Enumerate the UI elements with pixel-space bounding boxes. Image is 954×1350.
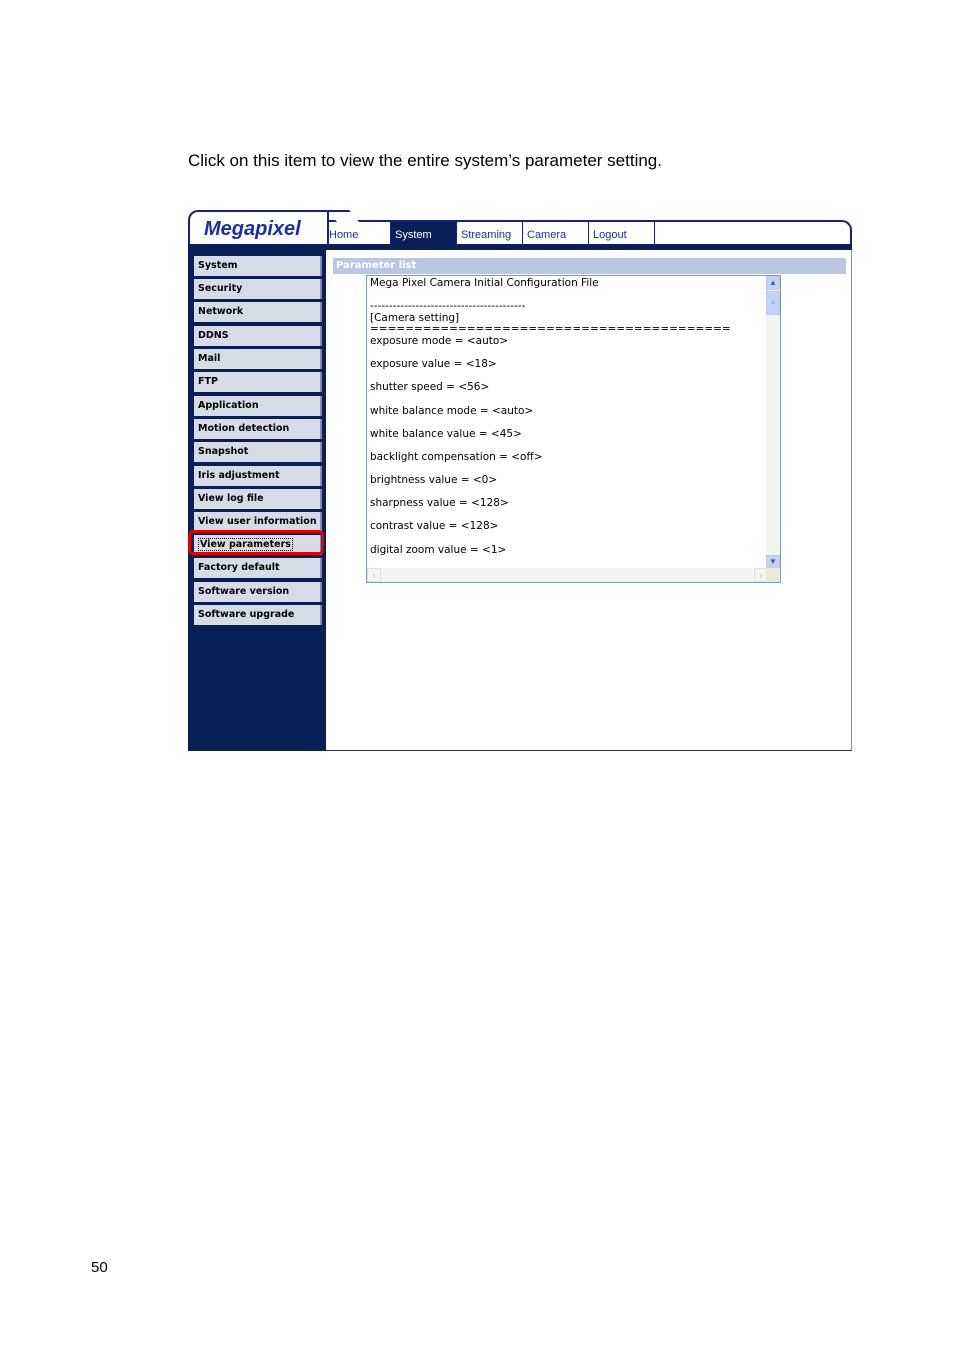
parameter-lines: Mega Pixel Camera Initial Configuration … bbox=[370, 277, 731, 556]
sidebar-item-label: Software upgrade bbox=[198, 609, 295, 620]
parameter-line: exposure mode = <auto> bbox=[370, 334, 509, 347]
parameter-line bbox=[370, 533, 731, 545]
instruction-text: Click on this item to view the entire sy… bbox=[188, 151, 662, 170]
top-nav: Home System Streaming Camera Logout bbox=[325, 222, 655, 244]
nav-camera[interactable]: Camera bbox=[523, 222, 589, 244]
sidebar-item-factory-default[interactable]: Factory default bbox=[194, 558, 322, 578]
sidebar-item-application[interactable]: Application bbox=[194, 396, 322, 416]
nav-system[interactable]: System bbox=[391, 222, 457, 244]
sidebar-item-security[interactable]: Security bbox=[194, 279, 322, 299]
parameter-line bbox=[370, 394, 731, 406]
sidebar-item-network[interactable]: Network bbox=[194, 302, 322, 322]
sidebar-item-motion-detection[interactable]: Motion detection bbox=[194, 419, 322, 439]
parameter-line: brightness value = <0> bbox=[370, 474, 498, 487]
sidebar-item-view-user-information[interactable]: View user information bbox=[194, 512, 322, 532]
parameter-list-textarea[interactable]: Mega Pixel Camera Initial Configuration … bbox=[366, 275, 781, 583]
sidebar-item-snapshot[interactable]: Snapshot bbox=[194, 442, 322, 462]
sidebar-item-label: DDNS bbox=[198, 330, 229, 341]
scrollbar-corner bbox=[766, 568, 780, 582]
parameter-line: white balance mode = <auto> bbox=[370, 404, 534, 417]
main-content: Parameter list Mega Pixel Camera Initial… bbox=[326, 250, 852, 751]
sidebar-item-software-upgrade[interactable]: Software upgrade bbox=[194, 605, 322, 625]
sidebar-item-label: Network bbox=[198, 306, 244, 317]
sidebar-item-label: System bbox=[198, 260, 238, 271]
parameter-line: shutter speed = <56> bbox=[370, 381, 490, 394]
section-title: Parameter list bbox=[333, 258, 846, 274]
sidebar: System Security Network DDNS Mail FTP Ap… bbox=[188, 250, 326, 751]
scroll-up-icon[interactable]: ▲ bbox=[766, 276, 780, 290]
camera-web-ui-screenshot: Megapixel Home System Streaming Camera L… bbox=[188, 210, 852, 751]
highlight-annotation bbox=[188, 530, 324, 555]
sidebar-item-label: Snapshot bbox=[198, 446, 249, 457]
parameter-line: sharpness value = <128> bbox=[370, 497, 509, 510]
logo: Megapixel bbox=[204, 218, 301, 240]
scroll-thumb[interactable]: ≡ bbox=[766, 291, 780, 315]
scroll-down-icon[interactable]: ▼ bbox=[766, 555, 780, 569]
sidebar-item-label: Motion detection bbox=[198, 423, 290, 434]
parameter-line bbox=[370, 417, 731, 429]
sidebar-item-label: Security bbox=[198, 283, 243, 294]
page-number: 50 bbox=[91, 1259, 108, 1276]
sidebar-item-label: Factory default bbox=[198, 562, 280, 573]
parameter-line: backlight compensation = <off> bbox=[370, 450, 543, 463]
sidebar-item-mail[interactable]: Mail bbox=[194, 349, 322, 369]
nav-home[interactable]: Home bbox=[325, 222, 391, 244]
parameter-line: Mega Pixel Camera Initial Configuration … bbox=[370, 277, 599, 289]
parameter-line: digital zoom value = <1> bbox=[370, 543, 507, 556]
sidebar-item-label: View log file bbox=[198, 493, 264, 504]
sidebar-item-label: Software version bbox=[198, 586, 290, 597]
sidebar-item-label: Application bbox=[198, 400, 259, 411]
sidebar-item-view-log-file[interactable]: View log file bbox=[194, 489, 322, 509]
parameter-line: white balance value = <45> bbox=[370, 427, 522, 440]
nav-streaming[interactable]: Streaming bbox=[457, 222, 523, 244]
horizontal-scrollbar[interactable]: ‹ › bbox=[367, 568, 768, 582]
parameter-line: contrast value = <128> bbox=[370, 520, 499, 533]
parameter-line: exposure value = <18> bbox=[370, 358, 497, 371]
sidebar-item-label: FTP bbox=[198, 376, 218, 387]
scroll-left-icon[interactable]: ‹ bbox=[367, 568, 381, 582]
sidebar-item-label: Mail bbox=[198, 353, 221, 364]
sidebar-item-iris-adjustment[interactable]: Iris adjustment bbox=[194, 466, 322, 486]
sidebar-item-label: Iris adjustment bbox=[198, 470, 280, 481]
sidebar-item-ddns[interactable]: DDNS bbox=[194, 326, 322, 346]
nav-logout[interactable]: Logout bbox=[589, 222, 655, 244]
sidebar-item-label: View user information bbox=[198, 516, 317, 527]
logo-tab: Megapixel bbox=[188, 210, 329, 246]
sidebar-item-ftp[interactable]: FTP bbox=[194, 372, 322, 392]
sidebar-item-software-version[interactable]: Software version bbox=[194, 582, 322, 602]
vertical-scrollbar[interactable]: ▲ ≡ ▼ bbox=[766, 276, 780, 569]
sidebar-item-system[interactable]: System bbox=[194, 256, 322, 276]
